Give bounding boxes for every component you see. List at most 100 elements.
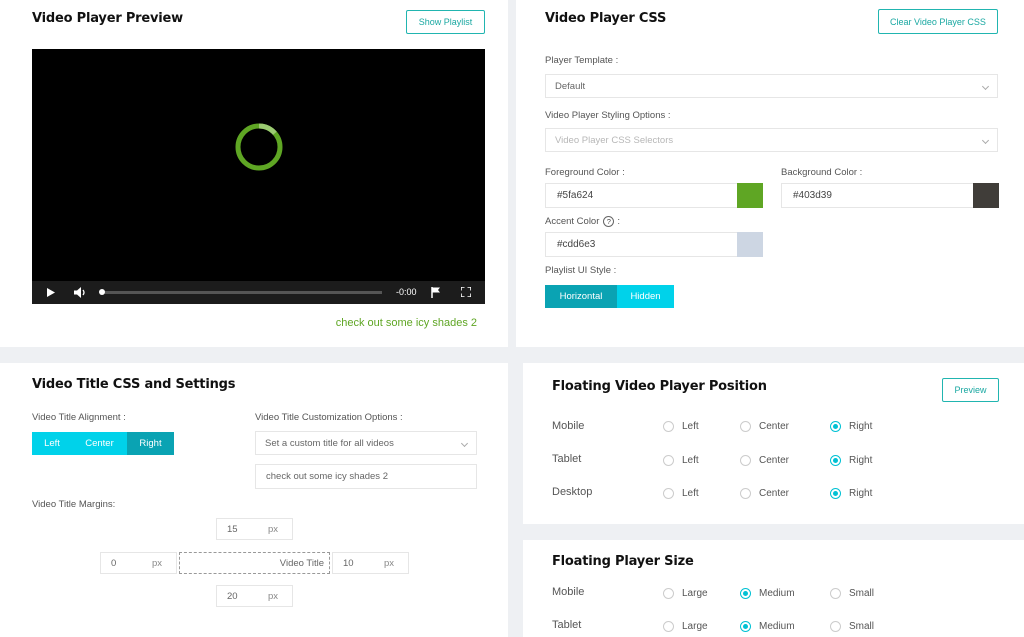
position-row-label-tablet: Tablet (552, 453, 582, 465)
styling-options-select[interactable]: Video Player CSS Selectors (545, 128, 998, 152)
position-row-label-desktop: Desktop (552, 486, 593, 498)
time-display: -0:00 (396, 287, 417, 297)
playlist-hidden-option[interactable]: Hidden (617, 285, 674, 308)
video-css-panel: Video Player CSS Clear Video Player CSS … (516, 0, 1024, 347)
size-mobile-medium[interactable]: Medium (740, 588, 795, 599)
preview-button[interactable]: Preview (942, 378, 999, 402)
title-preview-text: Video Title (279, 558, 324, 569)
flag-icon[interactable] (431, 287, 441, 298)
playlist-horizontal-option[interactable]: Horizontal (545, 285, 617, 308)
margin-bottom-input[interactable]: 20 px (216, 585, 293, 607)
volume-icon[interactable] (74, 287, 87, 298)
video-css-title: Video Player CSS (545, 11, 667, 26)
position-tablet-right[interactable]: Right (830, 455, 872, 466)
radio-label: Right (849, 421, 873, 432)
floating-size-title: Floating Player Size (552, 554, 694, 569)
floating-position-panel: Floating Video Player Position Preview M… (523, 363, 1024, 524)
video-player[interactable]: -0:00 (32, 49, 485, 304)
styling-options-placeholder: Video Player CSS Selectors (555, 134, 674, 146)
foreground-color-swatch[interactable] (737, 183, 763, 208)
accent-colon: : (617, 216, 621, 227)
margin-top-unit: px (267, 524, 278, 535)
accent-color-input[interactable]: #cdd6e3 (545, 232, 738, 257)
radio-label: Left (682, 455, 699, 466)
radio-label: Large (682, 588, 708, 599)
position-tablet-left[interactable]: Left (663, 455, 699, 466)
title-customization-select[interactable]: Set a custom title for all videos (255, 431, 477, 455)
position-desktop-right[interactable]: Right (830, 488, 872, 499)
radio-indicator (740, 588, 751, 599)
radio-indicator (830, 455, 841, 466)
foreground-color-input[interactable]: #5fa624 (545, 183, 738, 208)
radio-label: Medium (759, 588, 795, 599)
video-preview-title: Video Player Preview (32, 11, 183, 26)
progress-handle[interactable] (99, 289, 105, 295)
progress-track[interactable] (101, 291, 382, 294)
help-icon[interactable]: ? (603, 216, 615, 227)
align-right-option[interactable]: Right (127, 432, 174, 455)
size-tablet-small[interactable]: Small (830, 621, 874, 632)
margin-left-input[interactable]: 0 px (100, 552, 177, 574)
margin-right-unit: px (383, 558, 394, 569)
title-customization-label: Video Title Customization Options : (255, 412, 403, 423)
player-template-label: Player Template : (545, 55, 619, 66)
title-css-panel: Video Title CSS and Settings Video Title… (0, 363, 508, 637)
video-caption: check out some icy shades 2 (335, 317, 477, 329)
position-desktop-center[interactable]: Center (740, 488, 789, 499)
position-mobile-right[interactable]: Right (830, 421, 872, 432)
video-preview-panel: Video Player Preview Show Playlist -0:00… (0, 0, 508, 347)
title-margins-label: Video Title Margins: (32, 499, 116, 510)
size-tablet-medium[interactable]: Medium (740, 621, 795, 632)
size-mobile-large[interactable]: Large (663, 588, 708, 599)
size-tablet-large[interactable]: Large (663, 621, 708, 632)
clear-css-button[interactable]: Clear Video Player CSS (878, 9, 998, 34)
chevron-down-icon (460, 439, 469, 448)
size-row-label-mobile: Mobile (552, 586, 585, 598)
radio-label: Center (759, 421, 790, 432)
position-tablet-center[interactable]: Center (740, 455, 789, 466)
radio-indicator (663, 488, 674, 499)
player-template-select[interactable]: Default (545, 74, 998, 98)
play-icon[interactable] (47, 288, 55, 297)
fullscreen-icon[interactable] (461, 287, 471, 297)
position-mobile-left[interactable]: Left (663, 421, 699, 432)
title-alignment-label: Video Title Alignment : (32, 412, 126, 423)
radio-label: Small (849, 588, 875, 599)
align-center-option[interactable]: Center (72, 432, 127, 455)
radio-label: Large (682, 621, 708, 632)
foreground-color-label: Foreground Color : (545, 167, 625, 178)
align-left-option[interactable]: Left (32, 432, 72, 455)
radio-label: Small (849, 621, 875, 632)
radio-indicator (740, 421, 751, 432)
margin-top-input[interactable]: 15 px (216, 518, 293, 540)
margin-left-value: 0 (111, 558, 117, 569)
player-template-value: Default (555, 80, 586, 92)
background-color-label: Background Color : (781, 167, 863, 178)
chevron-down-icon (981, 136, 990, 145)
radio-label: Right (849, 455, 873, 466)
floating-position-title: Floating Video Player Position (552, 379, 767, 394)
radio-label: Medium (759, 621, 795, 632)
background-color-swatch[interactable] (973, 183, 999, 208)
radio-label: Right (849, 488, 873, 499)
title-customization-value: Set a custom title for all videos (265, 437, 394, 449)
position-mobile-center[interactable]: Center (740, 421, 789, 432)
custom-title-input[interactable]: check out some icy shades 2 (255, 464, 477, 489)
radio-indicator (663, 621, 674, 632)
size-row-label-tablet: Tablet (552, 619, 582, 631)
position-desktop-left[interactable]: Left (663, 488, 699, 499)
radio-label: Left (682, 488, 699, 499)
playlist-style-label: Playlist UI Style : (545, 265, 617, 276)
playlist-style-toggle: Horizontal Hidden (545, 285, 674, 308)
radio-indicator (663, 421, 674, 432)
accent-color-swatch[interactable] (737, 232, 763, 257)
margin-left-unit: px (151, 558, 162, 569)
video-controls-bar: -0:00 (32, 281, 485, 304)
radio-label: Center (759, 488, 790, 499)
radio-indicator (740, 621, 751, 632)
size-mobile-small[interactable]: Small (830, 588, 874, 599)
title-css-title: Video Title CSS and Settings (32, 377, 236, 392)
background-color-input[interactable]: #403d39 (781, 183, 974, 208)
margin-right-input[interactable]: 10 px (332, 552, 409, 574)
show-playlist-button[interactable]: Show Playlist (406, 10, 485, 34)
